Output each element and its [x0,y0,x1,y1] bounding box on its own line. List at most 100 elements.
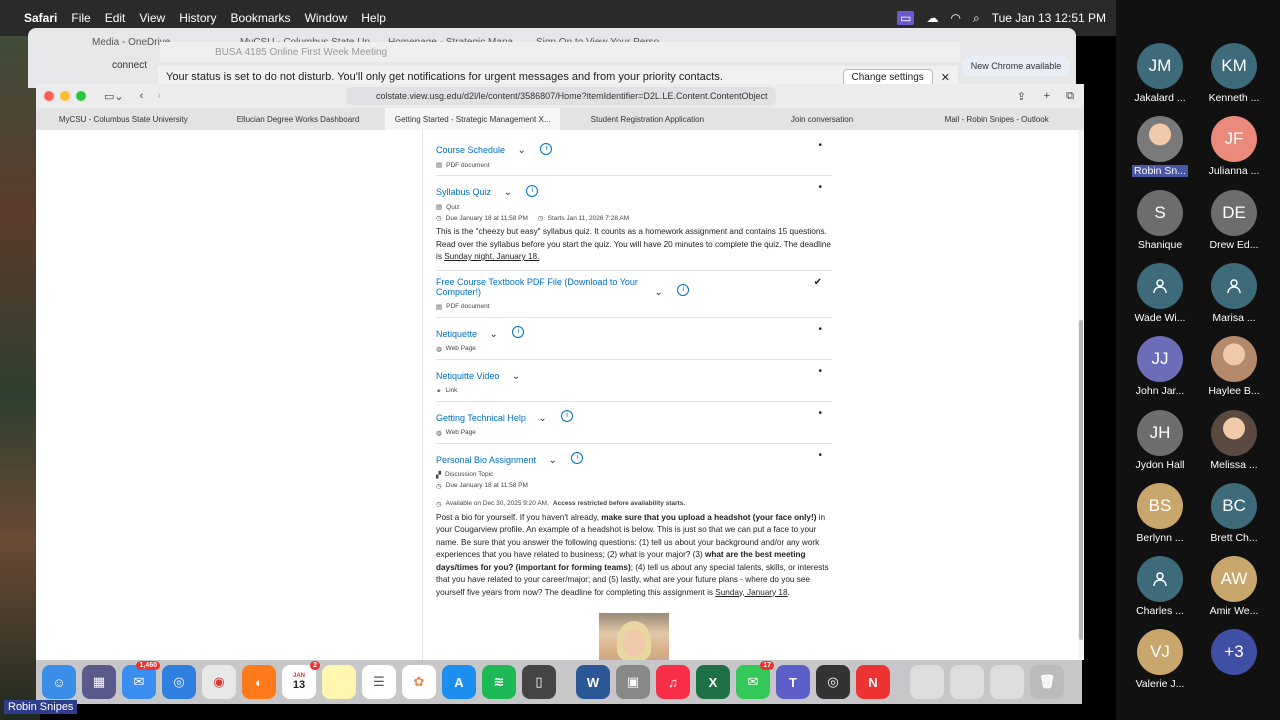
menu-file[interactable]: File [71,11,90,25]
new-chrome-button[interactable]: New Chrome available [962,56,1070,76]
participant-tile[interactable]: AW Amir We... [1197,556,1271,624]
participant-tile[interactable]: JM Jakalard ... [1123,43,1197,111]
participant-tile[interactable]: Charles ... [1123,556,1197,624]
chevron-down-icon[interactable]: ⌄ [518,145,526,156]
close-icon[interactable]: ✕ [941,71,950,84]
item-title-link[interactable]: Syllabus Quiz [436,187,491,197]
participant-tile[interactable]: +3 [1197,629,1271,697]
item-title-link[interactable]: Netiquitte Video [436,371,499,381]
accessibility-icon[interactable]: i [677,284,690,297]
tab-student-registration[interactable]: Student Registration Application [560,108,735,130]
zoom-window-button[interactable] [76,91,86,101]
chevron-down-icon[interactable]: ⌄ [654,287,662,298]
participant-tile[interactable]: JF Julianna ... [1197,116,1271,184]
share-icon[interactable]: ⇪ [1017,90,1026,103]
screen-share-icon[interactable]: ▭ [897,11,915,25]
participant-tile[interactable]: Robin Sn... [1123,116,1197,184]
menu-app-name[interactable]: Safari [24,11,57,25]
accessibility-icon[interactable]: i [526,184,539,197]
safari-icon[interactable]: ◎ [162,665,196,699]
tab-mail[interactable]: Mail - Robin Snipes - Outlook [909,108,1084,130]
notes-icon[interactable] [322,665,356,699]
close-window-button[interactable] [44,91,54,101]
music-icon[interactable]: ♫ [656,665,690,699]
participant-tile[interactable]: Haylee B... [1197,336,1271,404]
participant-tile[interactable]: BC Brett Ch... [1197,482,1271,551]
bg-address[interactable]: connect [112,60,147,71]
chevron-down-icon[interactable]: ⌄ [538,413,546,424]
participant-tile[interactable]: BS Berlynn ... [1123,482,1197,551]
word-icon[interactable]: W [576,665,610,699]
menu-clock[interactable]: Tue Jan 13 12:51 PM [992,11,1106,25]
document-thumbnail[interactable] [950,665,984,699]
item-title-link[interactable]: Getting Technical Help [436,413,526,423]
bg-tab-onedrive[interactable]: Media - OneDrive [92,32,170,52]
chevron-down-icon[interactable]: ⌄ [503,187,511,198]
new-tab-icon[interactable]: + [1044,90,1050,102]
photos-icon[interactable]: ✿ [402,665,436,699]
app-store-icon[interactable]: A [442,665,476,699]
participant-tile[interactable]: Wade Wi... [1123,262,1197,331]
tab-degree-works[interactable]: Ellucian Degree Works Dashboard [211,108,386,130]
scrollbar-thumb[interactable] [1079,320,1083,640]
participant-tile[interactable]: Melissa ... [1197,409,1271,478]
document-thumbnail[interactable] [910,665,944,699]
url-bar[interactable]: colstate.view.usg.edu/d2l/le/content/358… [346,87,776,105]
excel-icon[interactable]: X [696,665,730,699]
tab-getting-started[interactable]: Getting Started - Strategic Management X… [385,108,561,130]
menu-window[interactable]: Window [305,11,348,25]
item-title-link[interactable]: Personal Bio Assignment [436,455,536,465]
accessibility-icon[interactable]: i [571,452,584,465]
menu-history[interactable]: History [179,11,216,25]
back-icon[interactable]: ‹ [140,90,144,102]
trash-icon[interactable]: 🗑 [1030,665,1064,699]
tab-overview-icon[interactable]: ⧉ [1066,90,1074,103]
participant-tile[interactable]: KM Kenneth ... [1197,43,1271,111]
item-title-link[interactable]: Free Course Textbook PDF File (Download … [436,277,642,297]
tab-mycsu[interactable]: MyCSU - Columbus State University [36,108,211,130]
chevron-down-icon[interactable]: ⌄ [549,455,557,466]
chevron-down-icon[interactable]: ⌄ [489,329,497,340]
participant-tile[interactable]: S Shanique [1123,189,1197,258]
document-thumbnail[interactable] [990,665,1024,699]
teams-icon[interactable]: T [776,665,810,699]
menu-help[interactable]: Help [361,11,386,25]
participant-tile[interactable]: VJ Valerie J... [1123,629,1197,697]
accessibility-icon[interactable]: i [540,142,553,155]
iphone-mirroring-icon[interactable]: ▯ [522,665,556,699]
search-icon[interactable]: ⌕ [973,11,980,26]
scrollbar[interactable] [1078,130,1084,660]
sidebar-toggle-icon[interactable]: ▭⌄ [104,90,124,103]
participant-tile[interactable]: Marisa ... [1197,262,1271,331]
reminders-icon[interactable]: ☰ [362,665,396,699]
tab-join-conversation[interactable]: Join conversation [735,108,910,130]
chevron-down-icon[interactable]: ⌄ [512,371,520,382]
item-title-link[interactable]: Netiquette [436,329,477,339]
menu-view[interactable]: View [139,11,165,25]
accessibility-icon[interactable]: i [561,410,574,423]
forward-icon[interactable]: › [157,90,161,102]
chrome-icon[interactable]: ◉ [202,665,236,699]
cloud-icon[interactable]: ☁ [926,11,938,25]
participant-tile[interactable]: JH Jydon Hall [1123,409,1197,478]
accessibility-icon[interactable]: i [512,326,525,339]
participant-tile[interactable]: DE Drew Ed... [1197,189,1271,258]
calendar-icon[interactable]: JAN 13 2 [282,661,320,699]
zoom-icon[interactable]: ◎ [816,665,850,699]
firefox-icon[interactable]: ◐ [242,665,276,699]
spotify-icon[interactable]: ≋ [482,665,516,699]
menu-edit[interactable]: Edit [105,11,126,25]
minimize-window-button[interactable] [60,91,70,101]
preview-icon[interactable]: ▣ [616,665,650,699]
change-settings-button[interactable]: Change settings [842,68,933,86]
mail-icon[interactable]: ✉ 1,460 [122,661,160,699]
messages-icon[interactable]: ✉ 17 [736,661,774,699]
item-title-link[interactable]: Course Schedule [436,145,505,155]
news-icon[interactable]: N [856,665,890,699]
participant-tile[interactable]: JJ John Jar... [1123,336,1197,404]
launchpad-icon[interactable]: ▦ [82,665,116,699]
menu-bookmarks[interactable]: Bookmarks [231,11,291,25]
participant-name: Haylee B... [1208,385,1260,398]
finder-icon[interactable]: ☺ [42,665,76,699]
wifi-icon[interactable]: ◠ [950,11,960,25]
